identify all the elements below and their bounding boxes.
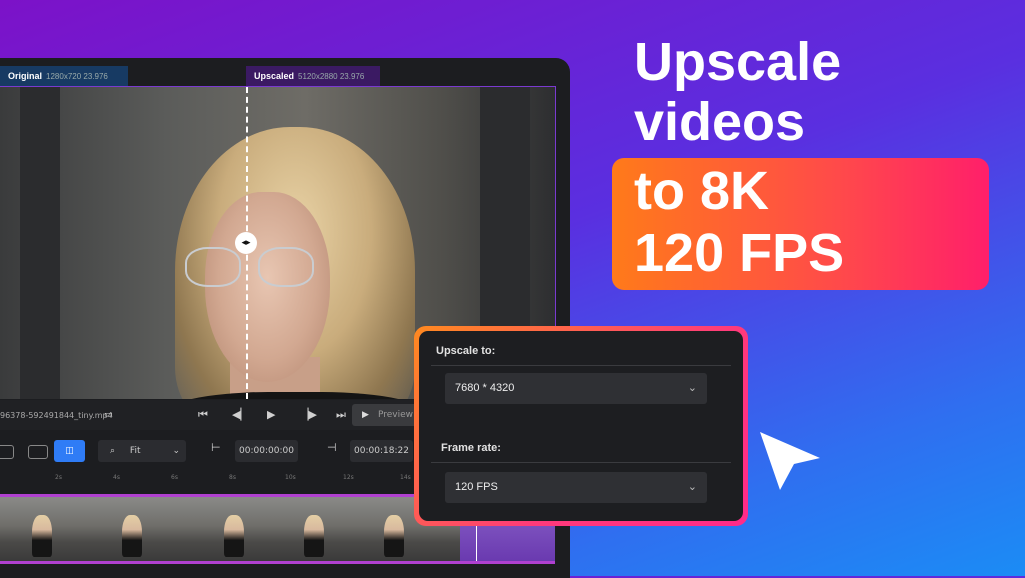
thumbnail-figure xyxy=(224,515,244,557)
start-time-field[interactable]: 00:00:00:00 xyxy=(235,440,298,462)
background-pillar xyxy=(20,87,60,399)
ruler-tick: 2s xyxy=(55,474,62,481)
zoom-select[interactable]: ⌕ Fit ⌄ xyxy=(98,440,186,462)
divider xyxy=(431,365,731,366)
single-view-icon[interactable] xyxy=(28,445,48,459)
headline-line: videos xyxy=(634,92,806,152)
divider xyxy=(431,462,731,463)
split-view-icon[interactable] xyxy=(0,445,14,459)
play-icon: ▶ xyxy=(362,410,369,420)
next-frame-icon[interactable]: ▕▶ xyxy=(300,408,317,422)
thumbnail-figure xyxy=(32,515,52,557)
upscale-value: 7680 * 4320 xyxy=(455,382,515,394)
headline-badge-text: to 8K 120 FPS xyxy=(634,160,844,284)
framerate-select[interactable]: 120 FPS ⌄ xyxy=(445,472,707,503)
prev-frame-icon[interactable]: ◀▏ xyxy=(232,408,249,422)
glasses-lens-right xyxy=(258,247,314,287)
framerate-value: 120 FPS xyxy=(455,481,498,493)
ruler-tick: 12s xyxy=(343,474,354,481)
ruler-tick: 10s xyxy=(285,474,296,481)
chevron-down-icon: ⌄ xyxy=(687,481,697,493)
play-icon[interactable]: ▶ xyxy=(267,408,275,422)
glasses-lens-left xyxy=(185,247,241,287)
headline-line: to 8K xyxy=(634,161,769,221)
original-label: Original1280x720 23.976 FPS xyxy=(0,66,128,101)
skip-end-icon[interactable]: ⏭ xyxy=(336,408,346,422)
preview-label: Preview xyxy=(378,410,414,420)
upscaled-label: Upscaled5120x2880 23.976 FPS xyxy=(246,66,380,101)
chevron-down-icon: ⌄ xyxy=(172,446,180,456)
track-thumbnail xyxy=(92,497,185,561)
ruler-tick: 6s xyxy=(171,474,178,481)
ruler-tick: 14s xyxy=(400,474,411,481)
framerate-label: Frame rate: xyxy=(441,442,501,454)
zoom-value: Fit xyxy=(129,446,141,456)
preview-button[interactable]: ▶ Preview xyxy=(352,404,422,426)
upscale-label: Upscale to: xyxy=(436,345,496,357)
track-thumbnail xyxy=(184,497,277,561)
subject-face xyxy=(205,192,330,382)
settings-panel: Upscale to: 7680 * 4320 ⌄ Frame rate: 12… xyxy=(419,331,743,521)
headline-top: Upscale videos xyxy=(634,32,841,152)
end-time-field[interactable]: 00:00:18:22 xyxy=(350,440,413,462)
zoom-icon: ⌕ xyxy=(110,446,116,456)
thumbnail-figure xyxy=(384,515,404,557)
filename-text: 96378-592491844_tiny.mp4 xyxy=(0,411,113,420)
headline-line: 120 FPS xyxy=(634,223,845,283)
compare-view-icon[interactable]: ◫ xyxy=(54,440,85,462)
compare-handle-icon[interactable]: ◂▸ xyxy=(235,232,257,254)
ruler-tick: 4s xyxy=(113,474,120,481)
chevron-down-icon: ⌄ xyxy=(687,382,697,394)
set-start-icon[interactable]: ⊢ xyxy=(211,441,221,455)
headline-line: Upscale xyxy=(634,32,842,92)
cursor-arrow-icon xyxy=(760,432,820,490)
set-end-icon[interactable]: ⊣ xyxy=(327,441,337,455)
thumbnail-figure xyxy=(304,515,324,557)
folder-icon[interactable]: ▭ xyxy=(104,408,113,422)
skip-start-icon[interactable]: ⏮ xyxy=(198,408,208,422)
thumbnail-figure xyxy=(122,515,142,557)
ruler-tick: 8s xyxy=(229,474,236,481)
upscale-select[interactable]: 7680 * 4320 ⌄ xyxy=(445,373,707,404)
track-thumbnail xyxy=(0,497,93,561)
track-thumbnail xyxy=(276,497,369,561)
